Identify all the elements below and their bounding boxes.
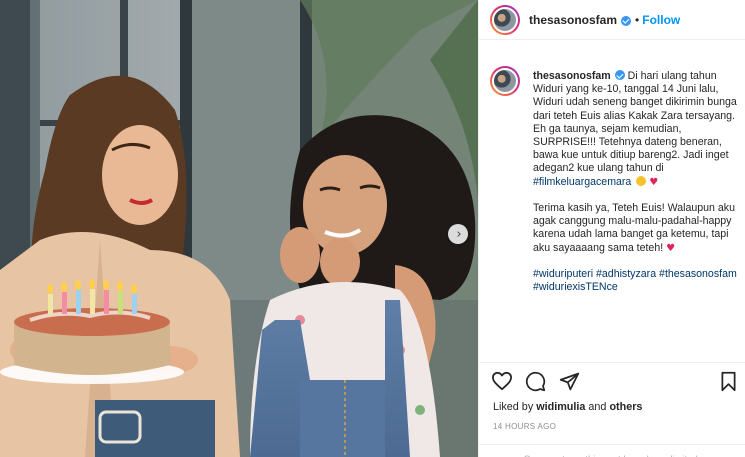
header-username[interactable]: thesasonosfam [529,13,617,27]
comments-limited-notice: Comments on this post have been limited. [479,444,745,457]
comment-icon[interactable] [525,371,546,392]
hashtag-link[interactable]: #adhistyzara [596,268,656,280]
liked-by-user-link[interactable]: widimulia [536,401,585,413]
share-icon[interactable] [559,371,580,392]
next-photo-button[interactable]: › [448,224,468,244]
post-side-panel: thesasonosfam • Follow thesasonosfam Di … [478,0,745,457]
post-photo[interactable]: › [0,0,478,457]
caption-text: thesasonosfam Di hari ulang tahun Widuri… [533,69,739,308]
heart-icon[interactable] [491,371,513,391]
caption-scroll-area[interactable]: thesasonosfam Di hari ulang tahun Widuri… [479,57,745,362]
hashtag-link[interactable]: #filmkeluargacemara [533,176,631,188]
follow-button[interactable]: Follow [642,13,680,27]
chevron-right-icon: › [456,226,462,242]
post-timestamp[interactable]: 14 HOURS AGO [493,422,556,431]
hashtag-link[interactable]: #thesasonosfam [659,268,737,280]
verified-badge-icon [621,15,632,26]
likes-others-link[interactable]: others [609,401,642,413]
likes-summary: Liked by widimulia and others [493,401,642,413]
caption-paragraph-1: Di hari ulang tahun Widuri yang ke-10, t… [533,70,737,175]
avatar[interactable] [490,4,520,35]
smiling-face-emoji-icon [636,175,647,186]
hashtag-link[interactable]: #widuriexisTENce [533,281,618,293]
likes-conjunction: and [588,401,607,413]
red-heart-emoji-icon: ♥ [649,176,659,188]
separator-dot: • [635,12,640,27]
action-icons [491,371,737,393]
hashtag-link[interactable]: #widuriputeri [533,268,593,280]
caption-avatar[interactable] [490,66,520,96]
verified-badge-icon [614,70,625,80]
red-heart-emoji-icon: ♥ [666,242,676,254]
caption-paragraph-2: Terima kasih ya, Teteh Euis! Walaupun ak… [533,202,735,254]
post-header: thesasonosfam • Follow [479,0,745,40]
bookmark-icon[interactable] [719,371,738,392]
caption-username[interactable]: thesasonosfam [533,70,611,82]
actions-bar: Liked by widimulia and others 14 HOURS A… [479,362,745,457]
likes-prefix: Liked by [493,401,534,413]
photo-illustration [0,0,478,457]
